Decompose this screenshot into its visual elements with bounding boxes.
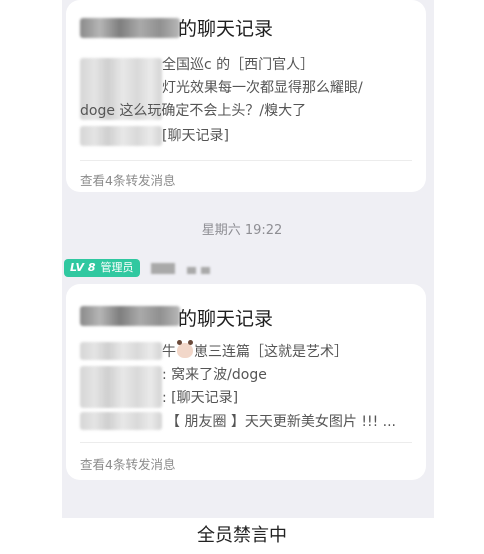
blurred-names: [80, 366, 162, 408]
forwarded-chat-card[interactable]: 的聊天记录 全国巡c 的［西门官人］ 灯光效果每一次都显得那么耀眼/ doge …: [66, 0, 426, 192]
message-line: : [聊天记录]: [162, 390, 239, 406]
card-title: 的聊天记录: [178, 18, 274, 40]
card-divider: [80, 442, 412, 443]
message-text: 牛: [162, 344, 176, 360]
blurred-sender-name[interactable]: [151, 260, 215, 276]
mute-all-status: 全员禁言中: [197, 525, 287, 546]
view-forwarded-messages-link[interactable]: 查看4条转发消息: [80, 170, 175, 189]
level-label: LV 8: [70, 261, 96, 274]
blurred-name: [80, 342, 162, 360]
cow-face-icon: [177, 340, 193, 358]
blurred-sender-name: [80, 306, 180, 326]
blurred-sender-name: [80, 18, 180, 38]
message-timestamp: 星期六 19:22: [201, 223, 283, 238]
message-line: doge 这么玩确定不会上头？/糗大了: [80, 103, 307, 119]
message-line: 全国巡c 的［西门官人］: [162, 57, 315, 73]
message-text: 崽三连篇［这就是艺术］: [194, 344, 348, 360]
message-line: [聊天记录]: [162, 128, 229, 144]
blurred-name: [80, 126, 162, 146]
role-label: 管理员: [100, 261, 134, 274]
member-badge: LV 8 管理员: [64, 259, 140, 277]
forwarded-chat-card[interactable]: 的聊天记录 牛崽三连篇［这就是艺术］ : 窝来了波/doge : [聊天记录] …: [66, 284, 426, 480]
card-title: 的聊天记录: [178, 308, 274, 330]
view-forwarded-messages-link[interactable]: 查看4条转发消息: [80, 454, 175, 473]
message-line: 牛 崽三连篇［这就是艺术］: [162, 340, 348, 362]
card-divider: [80, 160, 412, 161]
message-line: : 窝来了波/doge: [162, 367, 267, 383]
message-line: 【 朋友圈 】天天更新美女图片 !!! ...: [166, 414, 396, 430]
blurred-name: [80, 412, 162, 430]
message-line: 灯光效果每一次都显得那么耀眼/: [162, 80, 363, 96]
